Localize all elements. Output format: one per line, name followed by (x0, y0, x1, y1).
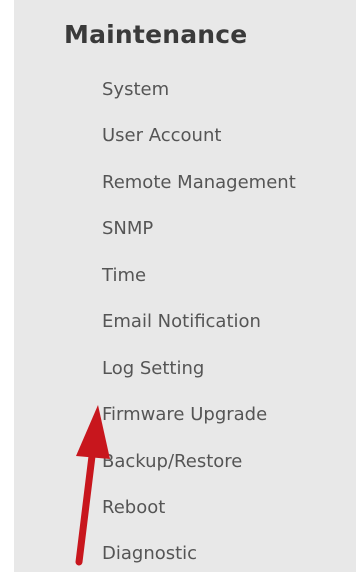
menu-section-title: Maintenance (64, 20, 248, 49)
menu-item-diagnostic[interactable]: Diagnostic (102, 543, 197, 565)
menu-item-snmp[interactable]: SNMP (102, 218, 153, 240)
menu-item-reboot[interactable]: Reboot (102, 497, 165, 519)
maintenance-sidebar-panel (14, 0, 356, 572)
menu-item-user-account[interactable]: User Account (102, 125, 221, 147)
menu-item-firmware-upgrade[interactable]: Firmware Upgrade (102, 404, 267, 426)
menu-item-time[interactable]: Time (102, 265, 146, 287)
menu-item-system[interactable]: System (102, 79, 169, 101)
menu-item-email-notification[interactable]: Email Notification (102, 311, 261, 333)
menu-item-log-setting[interactable]: Log Setting (102, 358, 204, 380)
menu-item-backup-restore[interactable]: Backup/Restore (102, 451, 242, 473)
menu-item-remote-management[interactable]: Remote Management (102, 172, 296, 194)
